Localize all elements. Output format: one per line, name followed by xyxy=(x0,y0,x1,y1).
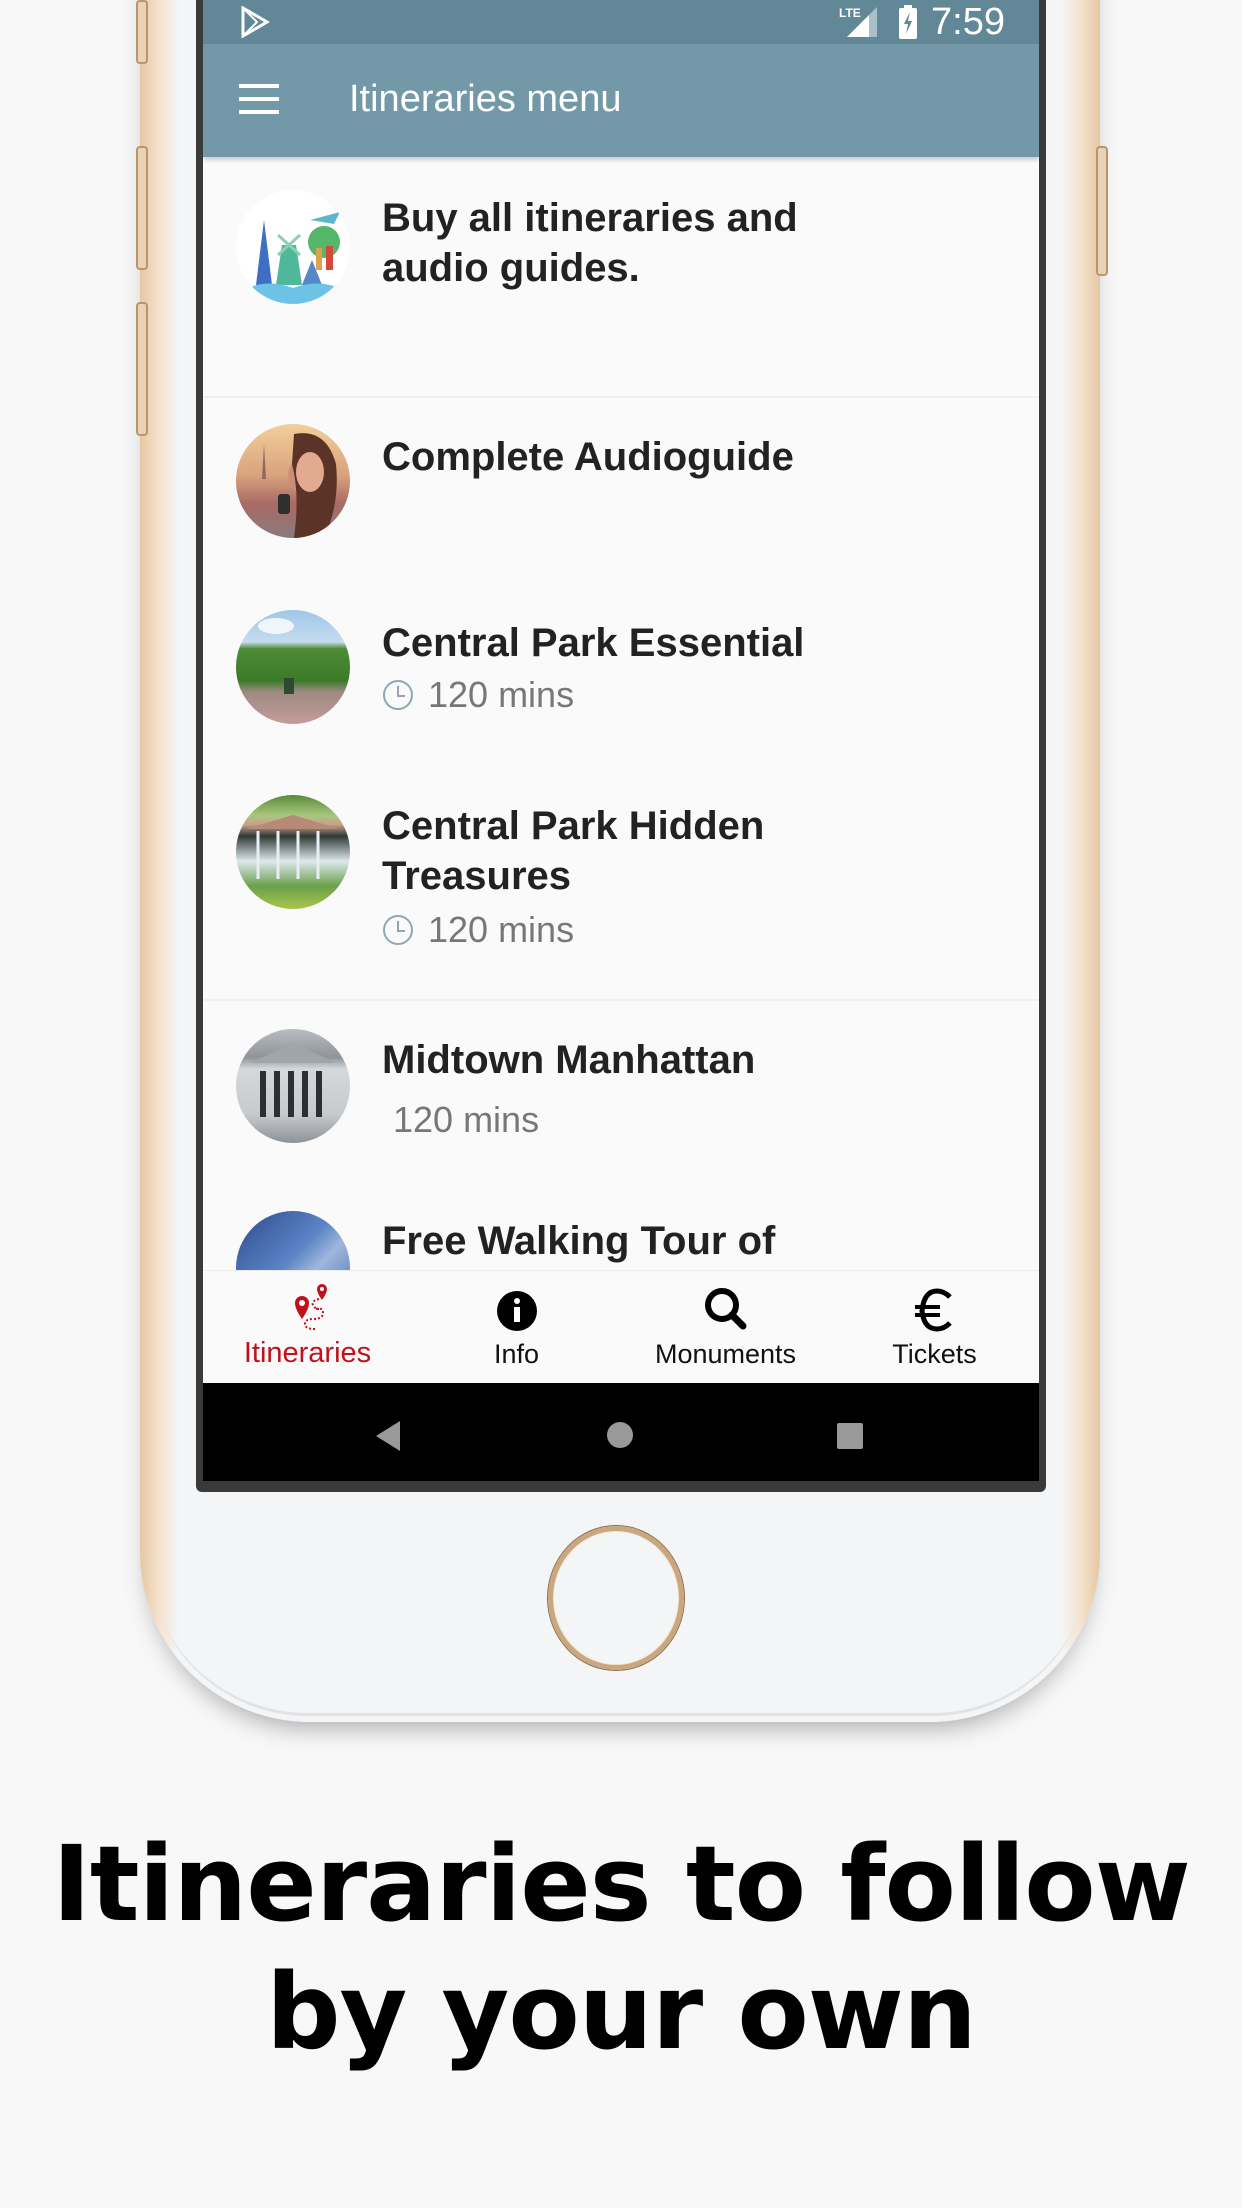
nav-tickets[interactable]: Tickets xyxy=(830,1271,1039,1384)
nav-info[interactable]: Info xyxy=(412,1271,621,1384)
phone-home-button xyxy=(548,1526,684,1670)
nav-label: Tickets xyxy=(892,1339,977,1369)
itinerary-route-icon xyxy=(294,1284,327,1330)
clock-icon xyxy=(383,915,413,945)
duration-text: 120 mins xyxy=(393,1099,540,1140)
nav-label: Monuments xyxy=(654,1339,797,1369)
recents-icon[interactable] xyxy=(837,1423,863,1449)
phone-power-button xyxy=(1096,146,1108,276)
app-toolbar: Itineraries menu xyxy=(203,44,1039,157)
list-item-title: Central Park Essential xyxy=(382,621,805,665)
list-item-central-park-essential[interactable]: Central Park Essential 120 mins xyxy=(203,578,1039,763)
nav-monuments[interactable]: Monuments xyxy=(621,1271,830,1384)
clock-icon xyxy=(383,680,413,710)
woman-headphones-image xyxy=(236,424,350,538)
gazebo-image xyxy=(236,795,350,909)
list-item-title: Buy all itineraries and audio guides. xyxy=(382,196,798,290)
status-bar: LTE 7:59 xyxy=(203,0,1039,44)
itinerary-list[interactable]: Buy all itineraries and audio guides. Co… xyxy=(203,157,1039,1270)
duration: 120 mins xyxy=(393,1099,539,1141)
info-icon xyxy=(496,1291,537,1331)
duration-text: 120 mins xyxy=(428,909,575,950)
status-time: 7:59 xyxy=(931,0,1005,43)
system-navigation-bar xyxy=(203,1383,1039,1481)
list-item-buy-all[interactable]: Buy all itineraries and audio guides. xyxy=(203,157,1039,397)
duration: 120 mins xyxy=(382,909,574,951)
duration: 120 mins xyxy=(382,674,574,716)
caption-line-2: by your own xyxy=(266,1951,977,2073)
duration-text: 120 mins xyxy=(428,674,575,715)
glass-building-image xyxy=(236,1211,350,1270)
list-item-title: Complete Audioguide xyxy=(382,435,794,479)
nav-label: Info xyxy=(493,1339,540,1369)
marketing-caption: Itineraries to follow by your own xyxy=(0,1820,1242,2076)
play-store-icon xyxy=(241,6,270,38)
list-item-title: Midtown Manhattan xyxy=(382,1038,756,1082)
nav-itineraries[interactable]: Itineraries xyxy=(203,1271,412,1384)
signal-icon: LTE xyxy=(839,6,878,37)
hamburger-menu-icon[interactable] xyxy=(239,84,279,116)
central-park-fountain-image xyxy=(236,610,350,724)
nav-label: Itineraries xyxy=(243,1337,372,1369)
list-item-central-park-hidden-treasures[interactable]: Central Park Hidden Treasures 120 mins xyxy=(203,763,1039,998)
list-item-free-walking-tour[interactable]: Free Walking Tour of xyxy=(203,1186,1039,1270)
list-item-title: Central Park Hidden Treasures xyxy=(382,804,765,898)
euro-icon xyxy=(914,1288,952,1332)
phone-volume-up-button xyxy=(136,146,148,270)
stock-exchange-image xyxy=(236,1029,350,1143)
list-item-title: Free Walking Tour of xyxy=(382,1219,776,1263)
battery-charging-icon xyxy=(899,5,918,39)
list-item-complete-audioguide[interactable]: Complete Audioguide xyxy=(203,398,1039,578)
app-screen: LTE 7:59 Itineraries menu Buy all itiner… xyxy=(203,0,1039,1481)
bottom-navigation: Itineraries Info Monuments Tickets xyxy=(203,1270,1039,1384)
phone-side-button xyxy=(136,0,148,64)
caption-line-1: Itineraries to follow xyxy=(52,1823,1191,1945)
svg-text:LTE: LTE xyxy=(839,6,861,20)
toolbar-title: Itineraries menu xyxy=(349,78,622,120)
back-icon[interactable] xyxy=(376,1421,402,1451)
search-icon xyxy=(704,1288,746,1330)
travel-illustration-image xyxy=(236,190,350,304)
home-icon[interactable] xyxy=(606,1421,634,1449)
list-item-midtown-manhattan[interactable]: Midtown Manhattan 120 mins xyxy=(203,1001,1039,1186)
phone-volume-down-button xyxy=(136,302,148,436)
